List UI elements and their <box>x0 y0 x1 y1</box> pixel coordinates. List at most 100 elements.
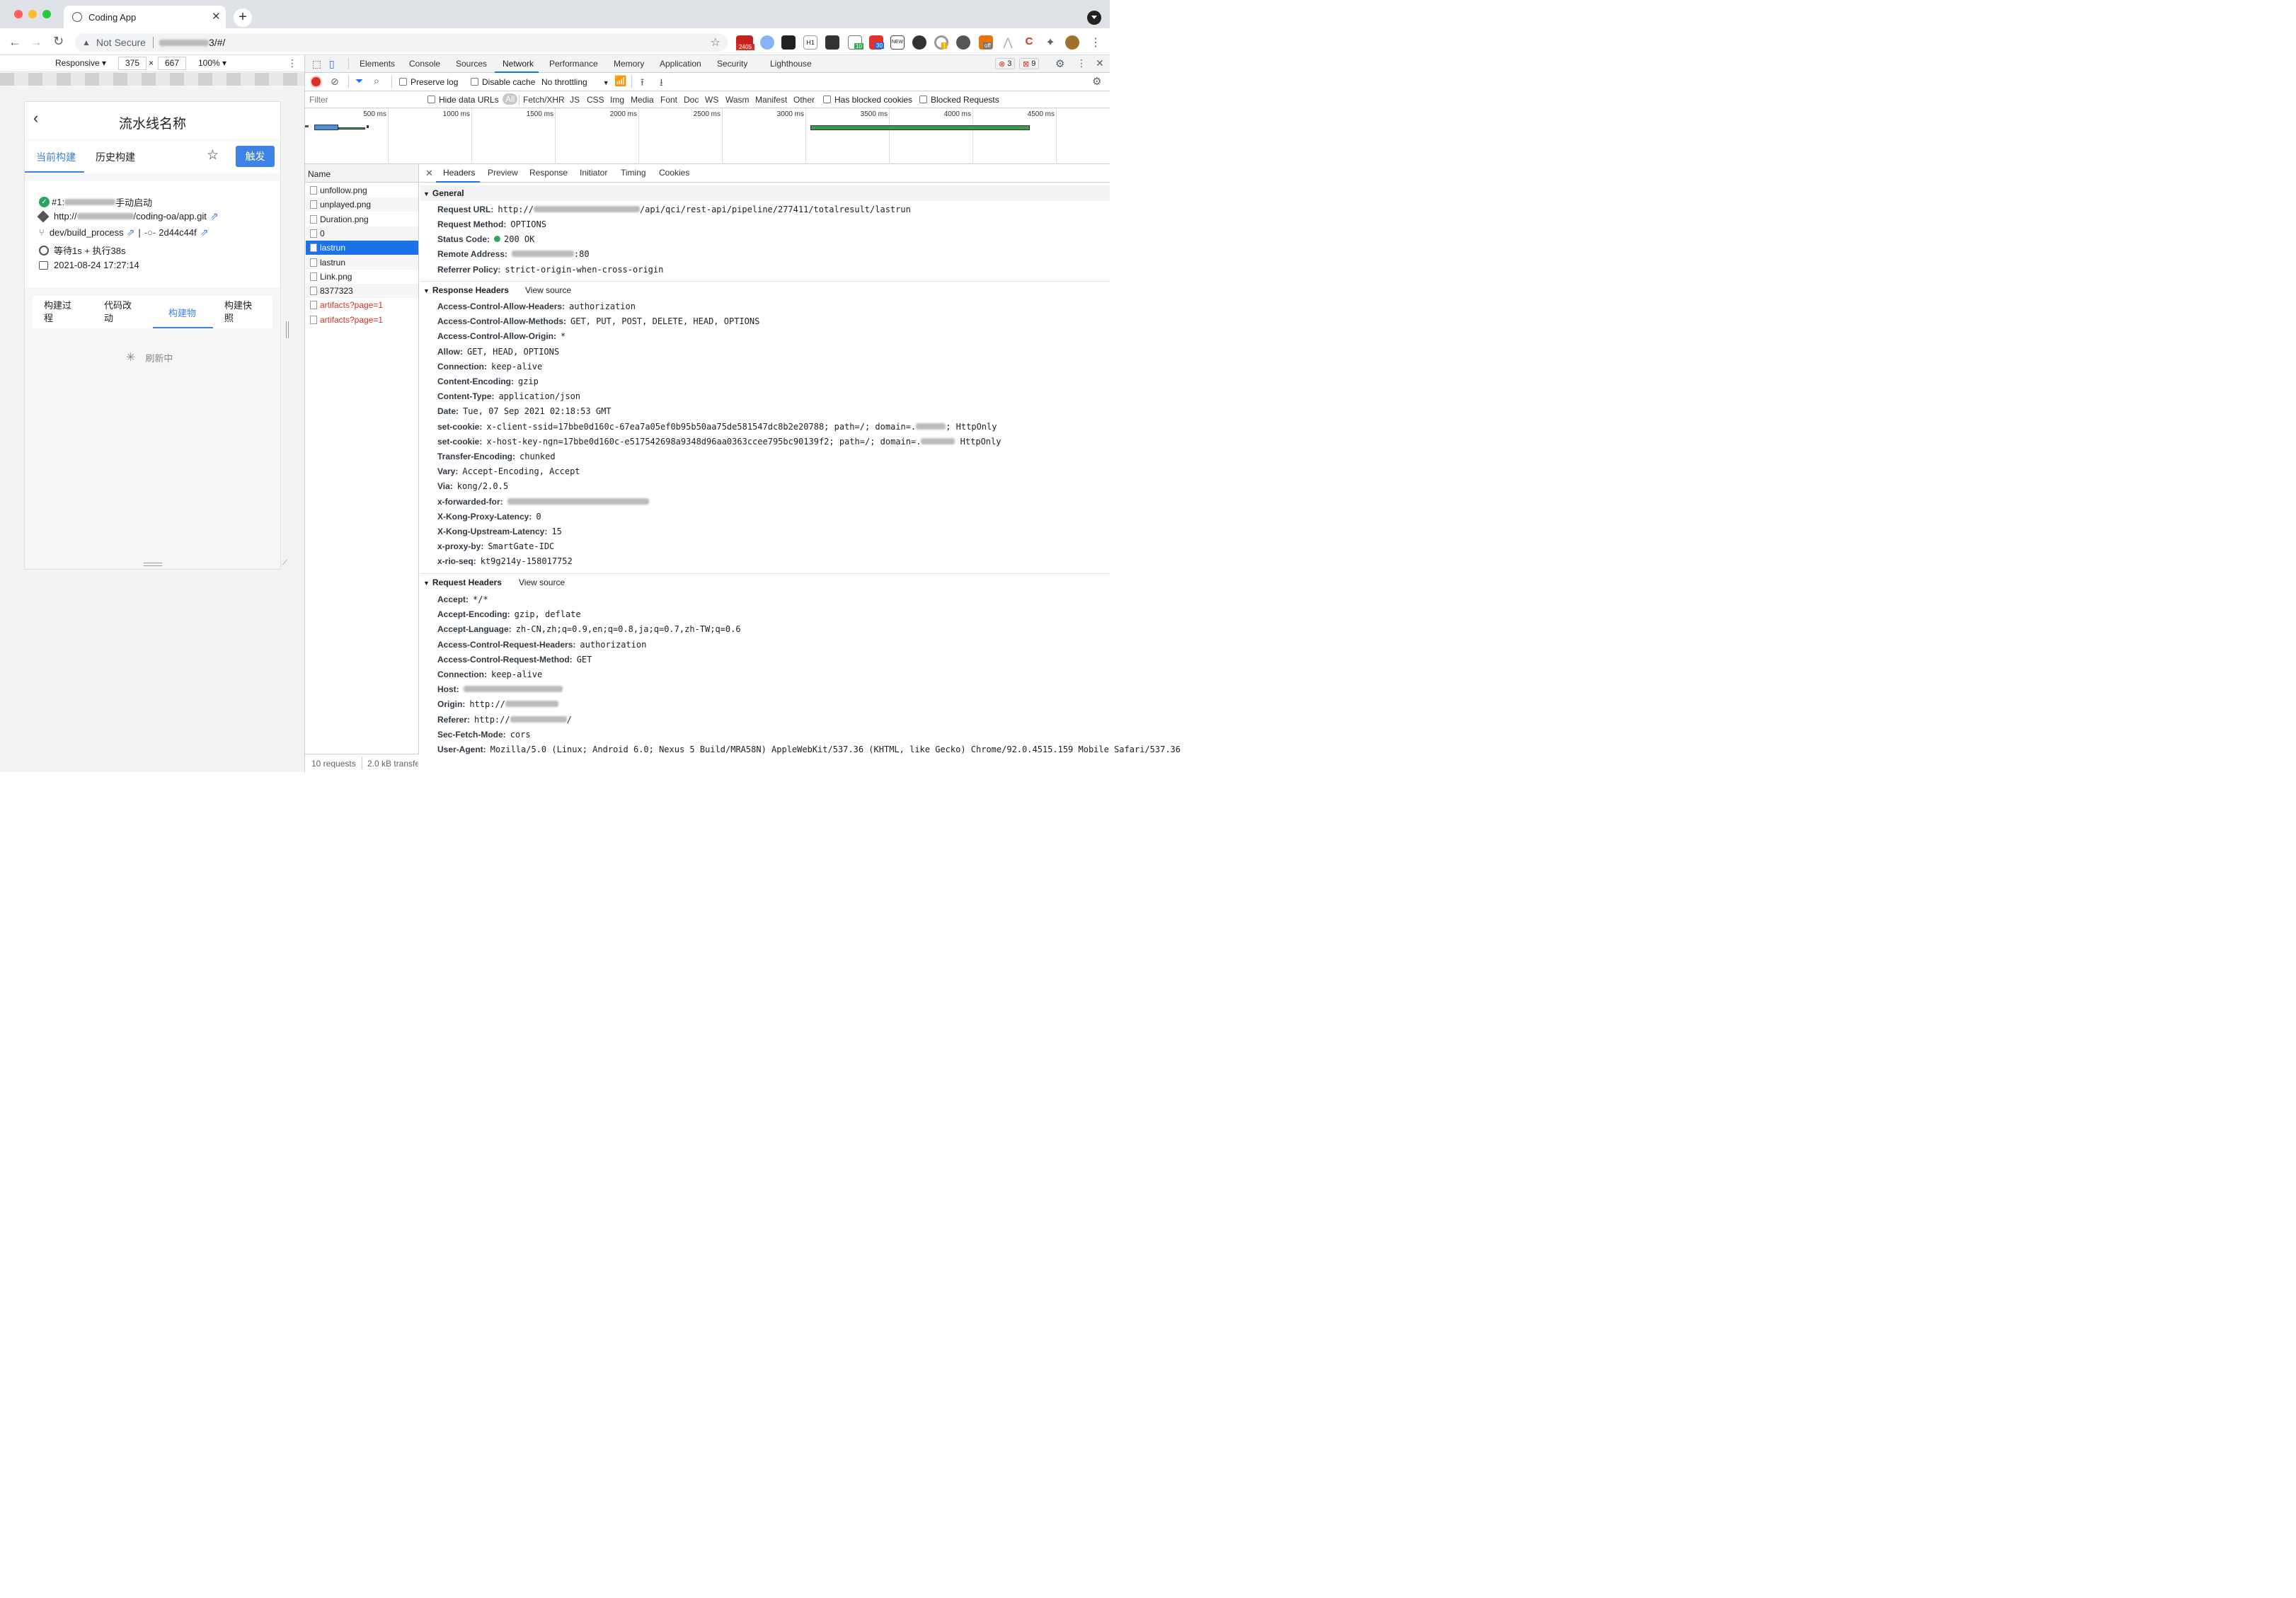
new-extension-icon[interactable]: NEW <box>890 35 905 50</box>
minimize-window-button[interactable] <box>28 10 37 18</box>
tab-lighthouse[interactable]: Lighthouse <box>770 59 812 69</box>
scroll-handle[interactable] <box>286 321 289 338</box>
address-bar[interactable]: ▲ Not Secure 3/#/ ☆ <box>75 33 728 52</box>
ext-blue-icon[interactable]: 30 <box>869 35 884 50</box>
browser-tab[interactable]: Coding App ✕ <box>64 6 226 28</box>
device-toggle-icon[interactable]: ▯ <box>329 58 335 70</box>
disable-cache-checkbox[interactable]: Disable cache <box>471 77 535 87</box>
bookmark-star-icon[interactable]: ☆ <box>711 35 721 50</box>
resize-handle[interactable] <box>144 563 162 566</box>
request-row[interactable]: Duration.png <box>306 212 418 226</box>
star-icon[interactable]: ☆ <box>207 147 219 163</box>
inspect-element-icon[interactable]: ⬚ <box>312 58 321 70</box>
import-har-icon[interactable]: ⭱ <box>641 75 644 92</box>
tab-current-build[interactable]: 当前构建 <box>36 150 76 164</box>
ext-orange-icon[interactable]: 1 <box>934 35 948 50</box>
device-mode-select[interactable]: Responsive ▾ <box>55 58 106 68</box>
tab-performance[interactable]: Performance <box>549 59 598 69</box>
filter-fetch-xhr[interactable]: Fetch/XHR <box>523 95 565 105</box>
throttling-select[interactable]: No throttling ▼ <box>541 77 609 87</box>
tab-cookies[interactable]: Cookies <box>659 168 689 178</box>
close-details-icon[interactable]: ✕ <box>425 168 433 179</box>
devtools-menu-icon[interactable]: ⋮ <box>1077 57 1086 69</box>
tab-network[interactable]: Network <box>503 59 534 69</box>
ext-green-icon[interactable]: 10 <box>848 35 863 50</box>
filter-funnel-icon[interactable]: ⏷ <box>355 75 363 87</box>
settings-gear-icon[interactable]: ⚙ <box>1055 57 1064 70</box>
tab-build-snapshot[interactable]: 构建快照 <box>224 299 252 325</box>
filter-wasm[interactable]: Wasm <box>725 95 750 105</box>
preserve-log-checkbox[interactable]: Preserve log <box>399 77 458 87</box>
filter-other[interactable]: Other <box>793 95 815 105</box>
export-har-icon[interactable]: ⭳ <box>660 75 663 92</box>
network-settings-icon[interactable]: ⚙ <box>1092 75 1101 88</box>
tab-sources[interactable]: Sources <box>456 59 487 69</box>
tab-application[interactable]: Application <box>660 59 701 69</box>
tab-artifacts[interactable]: 构建物 <box>168 306 196 319</box>
request-headers-title[interactable]: ▼ Request Headers <box>423 577 502 587</box>
corner-resize-icon[interactable]: ⟋ <box>282 559 287 567</box>
response-headers-title[interactable]: ▼ Response Headers <box>423 285 509 295</box>
filter-js[interactable]: JS <box>570 95 580 105</box>
close-window-button[interactable] <box>14 10 23 18</box>
tab-response[interactable]: Response <box>529 168 568 178</box>
filter-font[interactable]: Font <box>660 95 677 105</box>
device-more-icon[interactable]: ⋮ <box>287 57 297 69</box>
request-row[interactable]: artifacts?page=1 <box>306 298 418 312</box>
gmail-extension-icon[interactable]: 2405 <box>736 35 754 50</box>
request-row[interactable]: unfollow.png <box>306 183 418 197</box>
hide-data-urls-checkbox[interactable]: Hide data URLs <box>427 95 499 105</box>
tab-memory[interactable]: Memory <box>614 59 644 69</box>
filter-manifest[interactable]: Manifest <box>755 95 787 105</box>
filter-media[interactable]: Media <box>631 95 654 105</box>
maximize-window-button[interactable] <box>42 10 51 18</box>
tab-security[interactable]: Security <box>717 59 747 69</box>
height-input[interactable]: 667 <box>158 57 186 70</box>
forward-arrow-icon[interactable]: → <box>30 35 42 50</box>
filter-img[interactable]: Img <box>610 95 624 105</box>
tab-elements[interactable]: Elements <box>360 59 395 69</box>
request-row[interactable]: Link.png <box>306 270 418 284</box>
spy-extension-icon[interactable] <box>912 35 926 50</box>
external-link-icon[interactable]: ⇗ <box>210 210 219 222</box>
request-row[interactable]: unplayed.png <box>306 197 418 212</box>
network-conditions-icon[interactable]: 📶 <box>614 75 626 87</box>
planet-extension-icon[interactable] <box>956 35 970 50</box>
error-counter[interactable]: ⊗ 3 <box>995 58 1016 69</box>
browser-menu-icon[interactable]: ⋮ <box>1090 35 1101 50</box>
close-tab-icon[interactable]: ✕ <box>212 10 221 23</box>
response-view-source-link[interactable]: View source <box>525 285 571 295</box>
search-icon[interactable]: ⌕ <box>374 75 379 87</box>
back-arrow-icon[interactable]: ← <box>8 35 21 50</box>
name-column-header[interactable]: Name <box>305 164 418 183</box>
zoom-select[interactable]: 100% ▾ <box>198 58 226 68</box>
chevron-down-icon[interactable] <box>1087 11 1101 25</box>
request-row[interactable]: lastrun <box>306 241 418 255</box>
general-section-header[interactable] <box>420 185 1110 201</box>
close-devtools-icon[interactable]: ✕ <box>1096 57 1104 69</box>
tab-code-changes[interactable]: 代码改动 <box>104 299 132 325</box>
new-tab-button[interactable]: + <box>234 8 252 27</box>
reload-icon[interactable]: ↻ <box>53 34 64 49</box>
tab-initiator[interactable]: Initiator <box>580 168 607 178</box>
filter-css[interactable]: CSS <box>587 95 604 105</box>
width-input[interactable]: 375 <box>118 57 147 70</box>
request-view-source-link[interactable]: View source <box>519 577 565 587</box>
filter-doc[interactable]: Doc <box>684 95 699 105</box>
square-extension-icon[interactable] <box>825 35 839 50</box>
profile-avatar[interactable] <box>1065 35 1079 50</box>
trigger-button[interactable]: 触发 <box>236 146 275 167</box>
tab-build-process[interactable]: 构建过程 <box>44 299 71 325</box>
compass-extension-icon[interactable] <box>760 35 774 50</box>
h1-extension-icon[interactable]: H1 <box>803 35 817 50</box>
filter-all[interactable]: All <box>503 93 518 105</box>
has-blocked-cookies-checkbox[interactable]: Has blocked cookies <box>823 95 912 105</box>
tab-console[interactable]: Console <box>409 59 440 69</box>
filter-input[interactable]: Filter <box>309 95 415 105</box>
request-row[interactable]: lastrun <box>306 255 418 270</box>
branch-link-icon[interactable]: ⇗ <box>127 226 135 238</box>
general-title[interactable]: ▼ General <box>423 188 464 198</box>
request-row[interactable]: artifacts?page=1 <box>306 313 418 327</box>
record-icon[interactable] <box>311 77 321 86</box>
filter-ws[interactable]: WS <box>705 95 718 105</box>
